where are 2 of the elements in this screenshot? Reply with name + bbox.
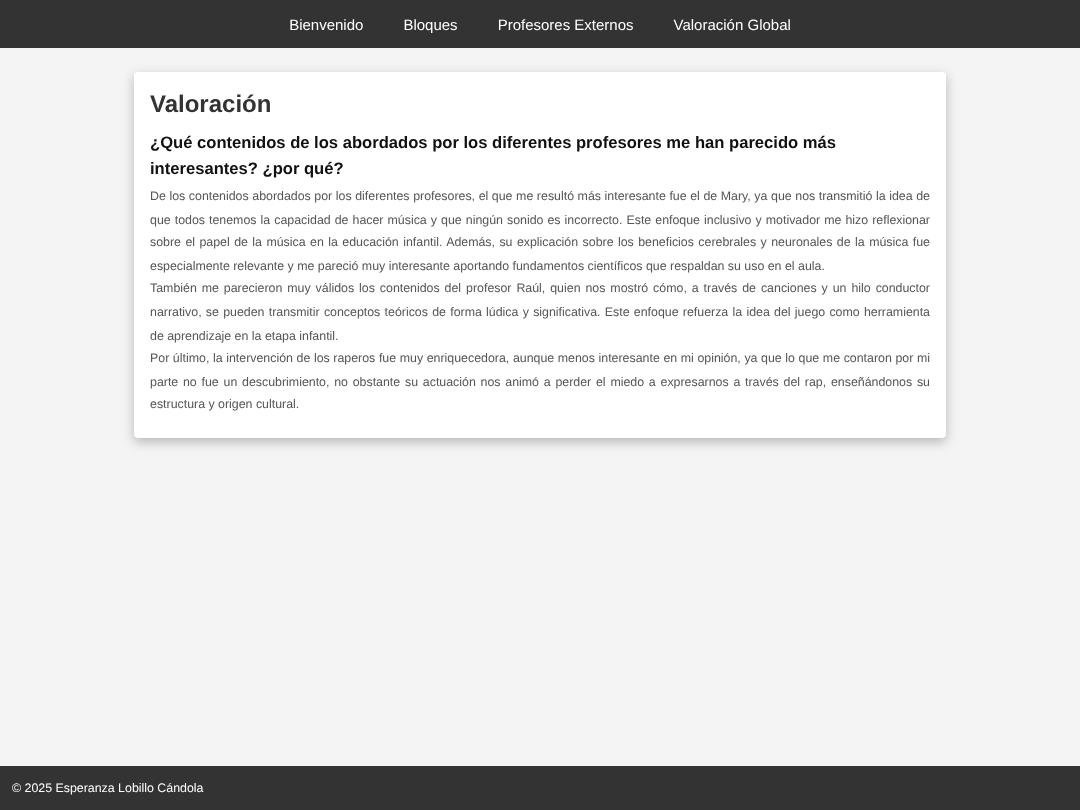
question-heading: ¿Qué contenidos de los abordados por los diferentes profesores me han parecido más interesantes? ¿por qué? [150, 130, 839, 182]
card-title: Valoración [150, 90, 274, 118]
